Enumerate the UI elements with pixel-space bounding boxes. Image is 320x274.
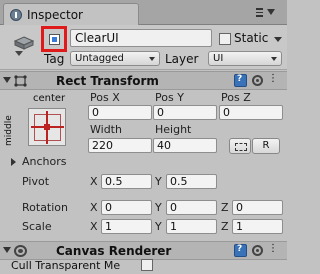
menu-icon[interactable] <box>256 8 263 17</box>
raw-edit-button[interactable]: R <box>252 138 280 154</box>
gameobject-icon <box>13 36 35 60</box>
layer-dropdown[interactable]: UI <box>208 51 282 66</box>
height-field[interactable]: 40 <box>153 138 217 153</box>
pos-y-label: Pos Y <box>155 91 184 104</box>
rotation-z-axis-label: Z <box>221 201 229 214</box>
chevron-down-icon[interactable] <box>267 9 275 15</box>
rotation-x-axis-label: X <box>90 201 98 214</box>
anchor-horizontal-label: center <box>33 93 66 104</box>
anchors-label[interactable]: Anchors <box>22 155 67 168</box>
more-icon[interactable]: ⋮ <box>268 73 281 86</box>
static-dropdown-arrow[interactable] <box>274 37 282 42</box>
rotation-label: Rotation <box>22 201 69 214</box>
gameobject-header: ClearUI Static Tag Untagged Layer UI <box>0 25 287 70</box>
pivot-y-field[interactable]: 0.5 <box>166 174 217 189</box>
more-icon[interactable]: ⋮ <box>268 243 281 256</box>
scale-x-axis-label: X <box>90 220 98 233</box>
pivot-y-axis-label: Y <box>155 175 162 188</box>
scale-x-field[interactable]: 1 <box>101 219 152 234</box>
tab-label: Inspector <box>27 8 83 22</box>
info-icon <box>10 9 22 21</box>
rotation-x-field[interactable]: 0 <box>101 200 152 215</box>
cull-transparent-checkbox[interactable] <box>141 259 153 271</box>
scale-y-axis-label: Y <box>155 220 162 233</box>
pivot-x-axis-label: X <box>90 175 98 188</box>
anchors-fold-icon[interactable] <box>11 158 16 166</box>
fold-arrow-icon[interactable] <box>3 77 11 83</box>
canvas-renderer-icon <box>14 245 27 257</box>
help-icon[interactable] <box>234 244 247 257</box>
rect-transform-panel: center middle Pos X Pos Y Pos Z 0 0 0 Wi… <box>0 90 287 240</box>
anchor-preset-button[interactable] <box>28 108 66 146</box>
rotation-z-field[interactable]: 0 <box>232 200 283 215</box>
pos-y-field[interactable]: 0 <box>153 105 217 120</box>
fold-arrow-icon[interactable] <box>3 247 11 253</box>
pos-x-label: Pos X <box>90 91 120 104</box>
scale-z-axis-label: Z <box>221 220 229 233</box>
canvas-renderer-header[interactable]: Canvas Renderer ⋮ <box>0 241 287 260</box>
pivot-x-field[interactable]: 0.5 <box>101 174 152 189</box>
help-icon[interactable] <box>234 74 247 87</box>
gear-icon[interactable] <box>252 245 263 256</box>
gear-icon[interactable] <box>252 75 263 86</box>
active-checkbox[interactable] <box>49 34 60 45</box>
static-checkbox[interactable] <box>219 33 231 45</box>
pivot-label: Pivot <box>22 175 50 188</box>
layer-value: UI <box>213 53 224 64</box>
layer-label: Layer <box>165 52 199 66</box>
width-field[interactable]: 220 <box>88 138 152 153</box>
scale-label: Scale <box>22 220 52 233</box>
rotation-y-axis-label: Y <box>155 201 162 214</box>
rect-transform-icon <box>14 75 27 87</box>
component-title: Canvas Renderer <box>56 244 172 258</box>
tag-dropdown[interactable]: Untagged <box>70 51 160 66</box>
height-label: Height <box>155 123 192 136</box>
chevron-down-icon <box>271 57 277 61</box>
tag-value: Untagged <box>75 53 124 64</box>
chevron-down-icon <box>15 51 23 56</box>
anchor-vertical-label: middle <box>4 115 14 146</box>
static-label: Static <box>234 31 269 45</box>
cull-transparent-label: Cull Transparent Me <box>11 259 121 272</box>
scale-z-field[interactable]: 1 <box>232 219 283 234</box>
width-label: Width <box>90 123 122 136</box>
pos-x-field[interactable]: 0 <box>88 105 152 120</box>
pos-z-label: Pos Z <box>221 91 251 104</box>
scale-y-field[interactable]: 1 <box>166 219 217 234</box>
pos-z-field[interactable]: 0 <box>219 105 283 120</box>
active-toggle-highlight <box>41 26 67 52</box>
chevron-down-icon <box>149 57 155 61</box>
rect-transform-header[interactable]: Rect Transform ⋮ <box>0 71 287 90</box>
tab-inspector[interactable]: Inspector <box>3 3 139 25</box>
gameobject-name-input[interactable]: ClearUI <box>70 29 212 47</box>
blueprint-mode-button[interactable] <box>229 138 251 154</box>
component-title: Rect Transform <box>56 74 159 88</box>
tab-bar: Inspector <box>0 0 287 25</box>
rotation-y-field[interactable]: 0 <box>166 200 217 215</box>
tag-label: Tag <box>44 52 65 66</box>
